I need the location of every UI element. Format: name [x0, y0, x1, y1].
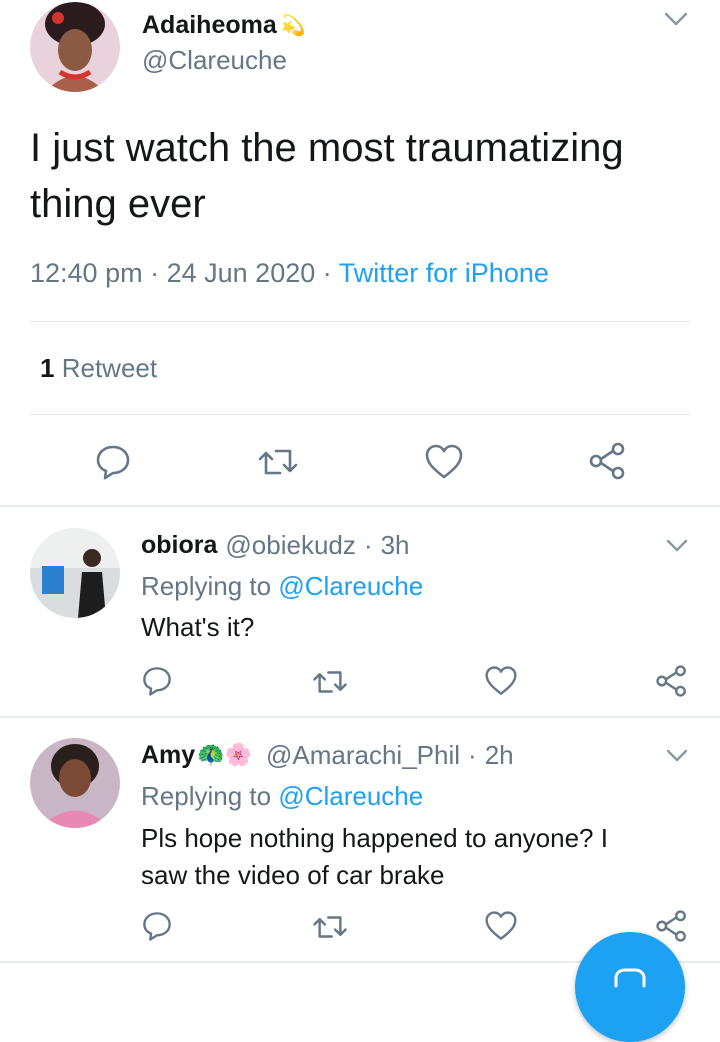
reply-text: Pls hope nothing happened to anyone? I s… [141, 823, 608, 890]
mention-link[interactable]: @Clareuche [278, 571, 423, 601]
author-handle[interactable]: @Amarachi_Phil [266, 740, 460, 771]
like-icon[interactable] [424, 443, 464, 481]
replying-to: Replying to @Clareuche [141, 571, 424, 601]
divider [0, 505, 720, 507]
reply-time: 2h [484, 739, 514, 770]
reply-time: 3h [380, 529, 410, 560]
chevron-down-icon[interactable] [665, 538, 689, 554]
tweet-date: 24 Jun 2020 [166, 258, 316, 288]
divider [0, 716, 720, 718]
chevron-down-icon[interactable] [663, 10, 689, 28]
retweet-icon[interactable] [311, 912, 349, 942]
retweet-icon[interactable] [311, 667, 349, 697]
divider [30, 321, 690, 322]
reply-icon[interactable] [94, 443, 132, 481]
share-icon[interactable] [588, 441, 628, 481]
author-handle[interactable]: @Clareuche [142, 45, 287, 76]
mention-link[interactable]: @Clareuche [278, 781, 423, 811]
share-icon[interactable] [655, 664, 689, 698]
avatar[interactable] [30, 528, 120, 618]
reply-text: What's it? [141, 612, 255, 642]
peacock-blossom-emoji: 🦚🌸 [197, 742, 252, 767]
author-name[interactable]: obiora [141, 531, 217, 560]
divider [30, 414, 690, 415]
share-icon[interactable] [655, 909, 689, 943]
reply-icon[interactable] [141, 665, 173, 697]
retweet-count[interactable]: 1 Retweet [40, 353, 157, 384]
chevron-down-icon[interactable] [665, 748, 689, 764]
author-name[interactable]: Adaiheoma [142, 11, 277, 40]
author-handle[interactable]: @obiekudz [225, 530, 355, 561]
reply-icon[interactable] [141, 910, 173, 942]
like-icon[interactable] [484, 665, 518, 697]
replying-to: Replying to @Clareuche [141, 781, 424, 811]
dizzy-star-emoji: 💫 [280, 14, 306, 37]
avatar[interactable] [30, 738, 120, 828]
like-icon[interactable] [484, 910, 518, 942]
avatar[interactable] [30, 2, 120, 92]
tweet-meta: 12:40 pm · 24 Jun 2020 · Twitter for iPh… [30, 258, 549, 288]
author-name[interactable]: Amy [141, 741, 195, 770]
tweet-text: I just watch the most traumatizing thing… [30, 126, 624, 226]
compose-icon [612, 968, 648, 988]
retweet-icon[interactable] [256, 445, 300, 479]
tweet-source-link[interactable]: Twitter for iPhone [339, 258, 549, 288]
compose-button[interactable] [575, 932, 685, 1042]
tweet-time: 12:40 pm [30, 258, 143, 288]
